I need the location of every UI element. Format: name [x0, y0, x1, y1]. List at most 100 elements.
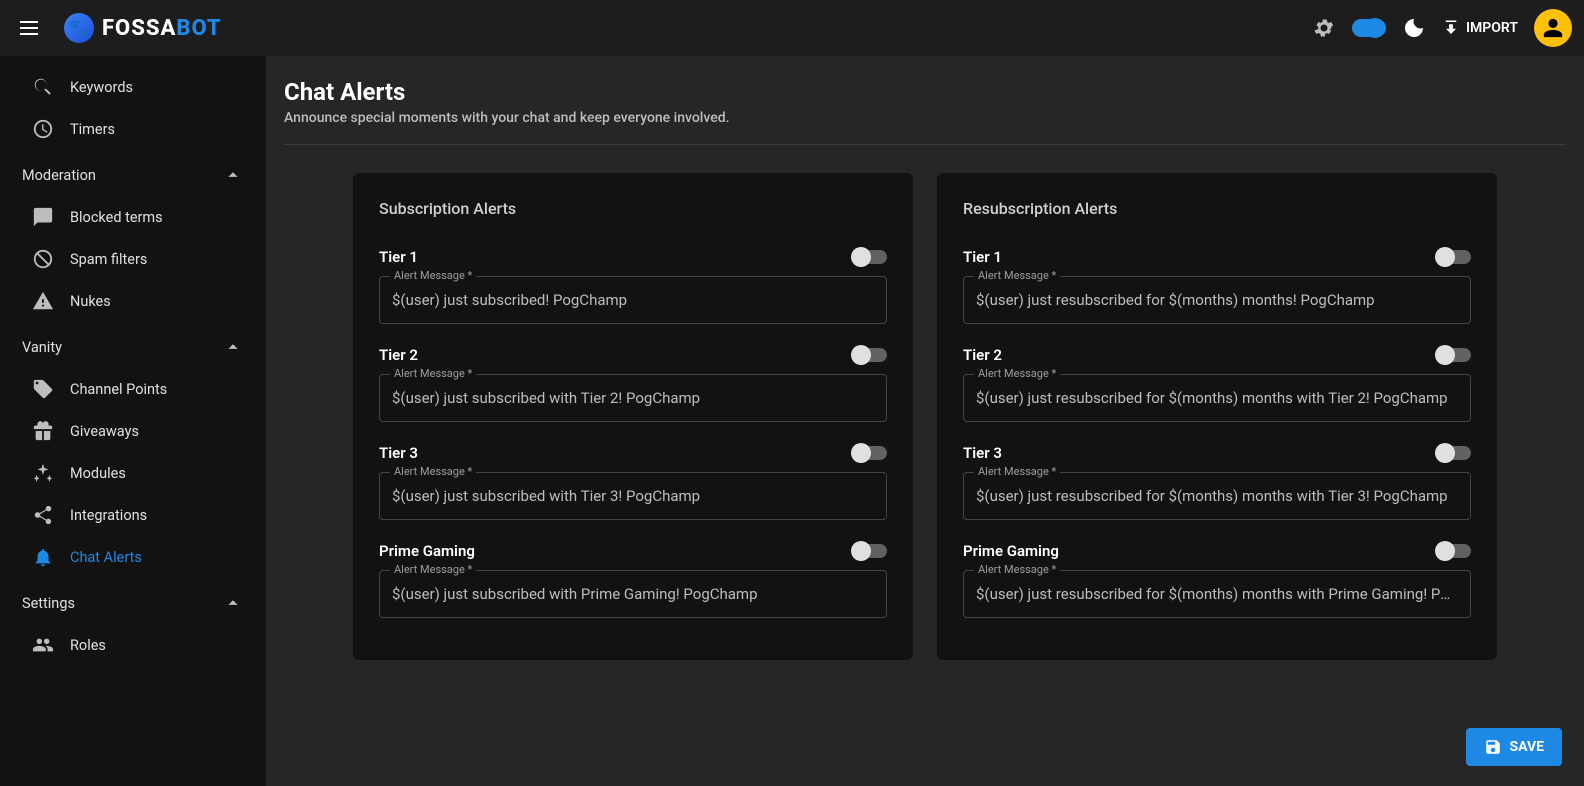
- tier1-toggle[interactable]: [1437, 250, 1471, 264]
- resubscription-alerts-card: Resubscription Alerts Tier 1 Alert Messa…: [937, 173, 1497, 660]
- block-icon: [32, 248, 54, 270]
- share-icon: [32, 504, 54, 526]
- tier-label: Prime Gaming: [963, 542, 1059, 560]
- tier-label: Tier 2: [963, 346, 1002, 364]
- save-icon: [1484, 738, 1502, 756]
- gift-icon: [32, 420, 54, 442]
- tier1-message-input[interactable]: Alert Message * $(user) just resubscribe…: [963, 276, 1471, 324]
- sidebar-item-chat-alerts[interactable]: Chat Alerts: [0, 536, 266, 578]
- input-value: $(user) just subscribed with Prime Gamin…: [392, 585, 874, 603]
- topbar: 🐾 FOSSABOT IMPORT: [0, 0, 1584, 56]
- tier-label: Tier 3: [379, 444, 418, 462]
- sidebar-item-giveaways[interactable]: Giveaways: [0, 410, 266, 452]
- bell-icon: [32, 546, 54, 568]
- sidebar-item-label: Spam filters: [70, 251, 147, 268]
- brand-logo[interactable]: 🐾 FOSSABOT: [64, 13, 222, 43]
- hamburger-menu-icon[interactable]: [20, 16, 44, 40]
- dark-mode-icon[interactable]: [1402, 16, 1426, 40]
- sidebar-item-label: Modules: [70, 465, 126, 482]
- warning-icon: [32, 290, 54, 312]
- input-label: Alert Message *: [390, 269, 476, 282]
- avatar[interactable]: [1534, 9, 1572, 47]
- input-label: Alert Message *: [974, 563, 1060, 576]
- tier3-toggle[interactable]: [1437, 446, 1471, 460]
- sidebar-item-label: Chat Alerts: [70, 549, 142, 566]
- import-label: IMPORT: [1466, 20, 1518, 36]
- main-content: Chat Alerts Announce special moments wit…: [266, 56, 1584, 786]
- comment-off-icon: [32, 206, 54, 228]
- sidebar-section-settings[interactable]: Settings: [0, 578, 266, 624]
- input-value: $(user) just subscribed with Tier 3! Pog…: [392, 487, 874, 505]
- tier-label: Tier 1: [379, 248, 418, 266]
- tier-label: Tier 3: [963, 444, 1002, 462]
- input-value: $(user) just resubscribed for $(months) …: [976, 389, 1458, 407]
- sparkle-icon: [32, 462, 54, 484]
- tag-icon: [32, 378, 54, 400]
- sidebar-item-label: Timers: [70, 121, 115, 138]
- tier2-message-input[interactable]: Alert Message * $(user) just resubscribe…: [963, 374, 1471, 422]
- section-label: Vanity: [22, 339, 62, 356]
- user-icon: [1542, 17, 1564, 39]
- page-title: Chat Alerts: [284, 78, 1566, 106]
- prime-toggle[interactable]: [853, 544, 887, 558]
- tier3-message-input[interactable]: Alert Message * $(user) just subscribed …: [379, 472, 887, 520]
- sidebar-item-modules[interactable]: Modules: [0, 452, 266, 494]
- sidebar-item-label: Channel Points: [70, 381, 167, 398]
- sidebar-item-integrations[interactable]: Integrations: [0, 494, 266, 536]
- input-label: Alert Message *: [974, 465, 1060, 478]
- tier2-toggle[interactable]: [1437, 348, 1471, 362]
- save-label: SAVE: [1510, 739, 1545, 755]
- logo-icon: 🐾: [64, 13, 94, 43]
- sidebar-item-label: Nukes: [70, 293, 111, 310]
- input-label: Alert Message *: [390, 367, 476, 380]
- import-button[interactable]: IMPORT: [1442, 19, 1518, 37]
- save-button[interactable]: SAVE: [1466, 728, 1563, 766]
- tier1-toggle[interactable]: [853, 250, 887, 264]
- sidebar-item-roles[interactable]: Roles: [0, 624, 266, 666]
- sidebar-item-label: Integrations: [70, 507, 147, 524]
- prime-toggle[interactable]: [1437, 544, 1471, 558]
- section-label: Settings: [22, 595, 75, 612]
- input-label: Alert Message *: [974, 367, 1060, 380]
- subscription-alerts-card: Subscription Alerts Tier 1 Alert Message…: [353, 173, 913, 660]
- clock-icon: [32, 118, 54, 140]
- card-title: Subscription Alerts: [379, 199, 887, 218]
- tier2-toggle[interactable]: [853, 348, 887, 362]
- brand-text: FOSSABOT: [102, 16, 222, 41]
- theme-toggle[interactable]: [1352, 19, 1386, 37]
- tier3-message-input[interactable]: Alert Message * $(user) just resubscribe…: [963, 472, 1471, 520]
- input-label: Alert Message *: [390, 563, 476, 576]
- tier-label: Prime Gaming: [379, 542, 475, 560]
- sidebar-item-timers[interactable]: Timers: [0, 108, 266, 150]
- sidebar: Keywords Timers Moderation Blocked terms…: [0, 56, 266, 786]
- sidebar-item-nukes[interactable]: Nukes: [0, 280, 266, 322]
- prime-message-input[interactable]: Alert Message * $(user) just subscribed …: [379, 570, 887, 618]
- input-value: $(user) just subscribed with Tier 2! Pog…: [392, 389, 874, 407]
- input-value: $(user) just subscribed! PogChamp: [392, 291, 874, 309]
- tier2-message-input[interactable]: Alert Message * $(user) just subscribed …: [379, 374, 887, 422]
- section-label: Moderation: [22, 167, 96, 184]
- sidebar-item-keywords[interactable]: Keywords: [0, 66, 266, 108]
- sidebar-item-label: Blocked terms: [70, 209, 163, 226]
- sidebar-item-label: Keywords: [70, 79, 133, 96]
- input-value: $(user) just resubscribed for $(months) …: [976, 291, 1458, 309]
- gear-icon[interactable]: [1312, 16, 1336, 40]
- sidebar-item-label: Giveaways: [70, 423, 139, 440]
- chevron-up-icon: [222, 164, 244, 186]
- sidebar-item-channel-points[interactable]: Channel Points: [0, 368, 266, 410]
- prime-message-input[interactable]: Alert Message * $(user) just resubscribe…: [963, 570, 1471, 618]
- sidebar-section-vanity[interactable]: Vanity: [0, 322, 266, 368]
- input-value: $(user) just resubscribed for $(months) …: [976, 585, 1458, 603]
- chevron-up-icon: [222, 336, 244, 358]
- tier3-toggle[interactable]: [853, 446, 887, 460]
- sidebar-item-spam-filters[interactable]: Spam filters: [0, 238, 266, 280]
- sidebar-section-moderation[interactable]: Moderation: [0, 150, 266, 196]
- sidebar-item-blocked-terms[interactable]: Blocked terms: [0, 196, 266, 238]
- divider: [284, 144, 1566, 145]
- tier-label: Tier 2: [379, 346, 418, 364]
- page-subtitle: Announce special moments with your chat …: [284, 110, 1566, 126]
- input-label: Alert Message *: [390, 465, 476, 478]
- search-icon: [32, 76, 54, 98]
- input-label: Alert Message *: [974, 269, 1060, 282]
- tier1-message-input[interactable]: Alert Message * $(user) just subscribed!…: [379, 276, 887, 324]
